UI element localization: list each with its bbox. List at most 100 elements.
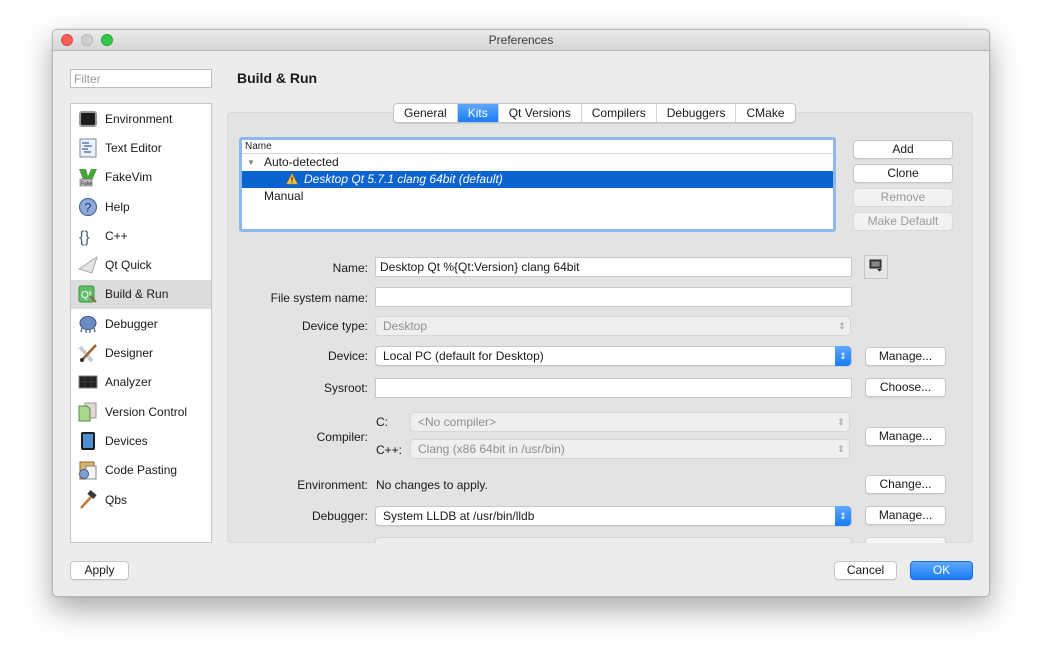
sidebar-item-label: Build & Run	[105, 287, 169, 302]
file-system-name-label: File system name:	[270, 291, 368, 305]
compiler-cpp-combo[interactable]: Clang (x86 64bit in /usr/bin) ⇕	[410, 439, 850, 459]
cancel-button[interactable]: Cancel	[834, 561, 897, 580]
tab-compilers[interactable]: Compilers	[582, 104, 657, 122]
manage-debuggers-button[interactable]: Manage...	[865, 506, 946, 525]
monitor-select-icon	[869, 259, 883, 275]
sidebar-item-label: Environment	[105, 111, 173, 126]
updown-chevron-icon: ⇕	[835, 506, 851, 526]
window-title: Preferences	[488, 33, 554, 47]
tab-cmake[interactable]: CMake	[736, 104, 794, 122]
svg-text:Qt: Qt	[81, 290, 92, 301]
ok-button[interactable]: OK	[910, 561, 973, 580]
sysroot-field[interactable]	[375, 378, 852, 398]
tree-column-header[interactable]: Name	[242, 140, 833, 154]
tab-general[interactable]: General	[394, 104, 458, 122]
name-label: Name:	[332, 261, 368, 275]
hammer-icon	[78, 489, 98, 510]
warning-icon	[286, 172, 298, 185]
qt-build-icon: Qt	[78, 284, 98, 304]
environment-label: Environment:	[297, 478, 368, 492]
sidebar-item-label: Version Control	[105, 404, 188, 419]
next-row-button-partial	[865, 537, 946, 543]
tab-qt-versions[interactable]: Qt Versions	[499, 104, 582, 122]
text-document-icon	[78, 138, 98, 158]
compiler-label: Compiler:	[316, 430, 368, 444]
kit-row-selected[interactable]: Desktop Qt 5.7.1 clang 64bit (default)	[242, 171, 833, 188]
kit-tree[interactable]: Name ▼ Auto-detected Desktop Qt 5.7.1 cl…	[239, 137, 836, 232]
device-label: Device:	[327, 349, 368, 363]
tablet-icon	[78, 431, 98, 451]
make-default-button[interactable]: Make Default	[853, 212, 953, 231]
sidebar-item-environment[interactable]: Environment	[71, 104, 211, 133]
ruler-brush-icon	[78, 343, 98, 363]
debugger-value: System LLDB at /usr/bin/lldb	[383, 509, 535, 523]
close-window-button[interactable]	[61, 34, 73, 46]
sidebar-item-label: Debugger	[105, 316, 158, 331]
compiler-cpp-label: C++:	[376, 443, 403, 457]
sidebar-item-label: Help	[105, 199, 130, 214]
tab-kits[interactable]: Kits	[457, 104, 499, 122]
compiler-c-label: C:	[376, 415, 388, 429]
tree-group-auto-detected[interactable]: ▼ Auto-detected	[242, 154, 833, 171]
sidebar-item-label: FakeVim	[105, 170, 153, 185]
choose-sysroot-button[interactable]: Choose...	[865, 378, 946, 397]
monitor-icon	[78, 109, 98, 129]
remove-kit-button[interactable]: Remove	[853, 188, 953, 207]
name-field[interactable]: Desktop Qt %{Qt:Version} clang 64bit	[375, 257, 852, 277]
sidebar-item-label: Code Pasting	[105, 463, 178, 478]
sidebar-item-text-editor[interactable]: Text Editor	[71, 133, 211, 162]
group-label: Auto-detected	[264, 155, 339, 169]
tab-debuggers[interactable]: Debuggers	[657, 104, 737, 122]
sidebar-item-version-control[interactable]: Version Control	[71, 397, 211, 426]
updown-chevron-icon: ⇕	[837, 417, 845, 427]
device-type-combo[interactable]: Desktop ⇕	[375, 316, 851, 336]
debugger-label: Debugger:	[311, 509, 368, 523]
compiler-cpp-value: Clang (x86 64bit in /usr/bin)	[418, 442, 565, 456]
svg-text:Fake: Fake	[81, 181, 92, 187]
add-kit-button[interactable]: Add	[853, 140, 953, 159]
device-icon-button[interactable]	[864, 255, 888, 279]
updown-chevron-icon: ⇕	[837, 444, 845, 454]
preferences-window: Preferences Environment Text Editor Fake…	[52, 29, 990, 597]
kit-name: Desktop Qt 5.7.1 clang 64bit (default)	[304, 172, 503, 186]
manage-devices-button[interactable]: Manage...	[865, 347, 946, 366]
minimize-window-button[interactable]	[81, 34, 93, 46]
sidebar-item-label: Devices	[105, 433, 148, 448]
sidebar-item-fakevim[interactable]: Fake FakeVim	[71, 163, 211, 192]
change-environment-button[interactable]: Change...	[865, 475, 946, 494]
title-bar[interactable]: Preferences	[53, 30, 989, 51]
sidebar-item-help[interactable]: ? Help	[71, 192, 211, 221]
help-icon: ?	[78, 197, 98, 217]
sysroot-label: Sysroot:	[323, 381, 368, 395]
tree-group-manual[interactable]: Manual	[242, 188, 833, 205]
clone-kit-button[interactable]: Clone	[853, 164, 953, 183]
apply-button[interactable]: Apply	[70, 561, 129, 580]
clipboard-globe-icon	[78, 460, 98, 480]
oscilloscope-icon	[78, 372, 98, 392]
sidebar-item-label: Qbs	[105, 492, 128, 507]
sidebar-item-label: Analyzer	[105, 375, 152, 390]
documents-icon	[78, 402, 98, 422]
compiler-c-value: <No compiler>	[418, 415, 497, 429]
device-type-label: Device type:	[301, 319, 368, 333]
tab-bar: General Kits Qt Versions Compilers Debug…	[393, 103, 796, 123]
manage-compilers-button[interactable]: Manage...	[865, 427, 946, 446]
device-combo[interactable]: Local PC (default for Desktop) ⇕	[375, 346, 852, 366]
group-label: Manual	[264, 189, 304, 203]
device-value: Local PC (default for Desktop)	[383, 349, 544, 363]
page-title: Build & Run	[237, 70, 318, 86]
sidebar-item-cpp[interactable]: {} C++	[71, 221, 211, 250]
sidebar-item-label: Designer	[105, 346, 154, 361]
braces-icon: {}	[78, 226, 98, 246]
expand-triangle-icon[interactable]: ▼	[247, 154, 255, 171]
fakevim-icon: Fake	[78, 167, 98, 187]
debugger-combo[interactable]: System LLDB at /usr/bin/lldb ⇕	[375, 506, 852, 526]
compiler-c-combo[interactable]: <No compiler> ⇕	[410, 412, 850, 432]
updown-chevron-icon: ⇕	[838, 321, 846, 331]
svg-text:{}: {}	[79, 229, 90, 246]
svg-text:?: ?	[84, 200, 91, 215]
environment-value: No changes to apply.	[376, 478, 488, 492]
filter-input[interactable]	[70, 69, 212, 88]
maximize-window-button[interactable]	[101, 34, 113, 46]
file-system-name-field[interactable]	[375, 287, 852, 307]
